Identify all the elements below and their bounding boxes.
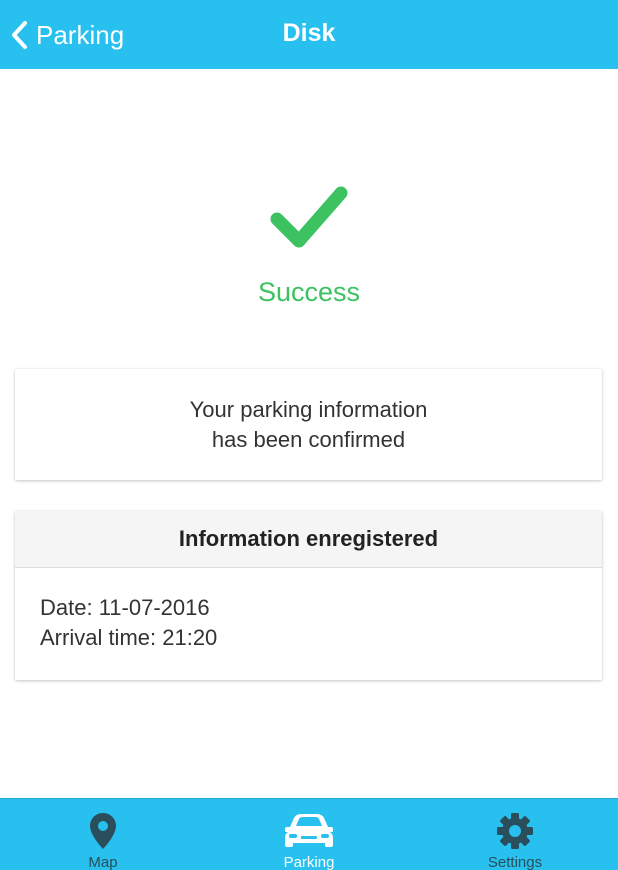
date-line: Date: 11-07-2016 [40, 595, 210, 620]
confirmation-line-2: has been confirmed [211, 426, 406, 452]
top-nav-bar: Parking Disk [0, 0, 618, 69]
page-title: Disk [282, 19, 336, 47]
tab-settings-label: Settings [487, 854, 543, 870]
tab-parking[interactable]: Parking [206, 799, 412, 870]
tab-settings[interactable]: Settings [412, 799, 618, 870]
car-icon [283, 807, 335, 850]
status-label: Success [257, 277, 361, 307]
tab-map-label: Map [88, 854, 118, 870]
gear-icon [496, 807, 534, 850]
confirmation-line-1: Your parking information [189, 396, 428, 422]
map-pin-icon [89, 807, 117, 850]
info-card: Information enregistered Date: 11-07-201… [15, 511, 602, 680]
tab-map[interactable]: Map [0, 799, 206, 870]
tab-parking-label: Parking [283, 854, 335, 870]
bottom-tab-bar: Map Parking Settings [0, 798, 618, 870]
checkmark-icon [268, 184, 350, 254]
confirmation-card: Your parking information has been confir… [15, 369, 602, 480]
arrival-time-line: Arrival time: 21:20 [40, 625, 218, 650]
info-card-header: Information enregistered [15, 511, 602, 568]
main-content: Success Your parking information has bee… [0, 69, 618, 798]
info-card-body: Date: 11-07-2016 Arrival time: 21:20 [15, 568, 602, 653]
